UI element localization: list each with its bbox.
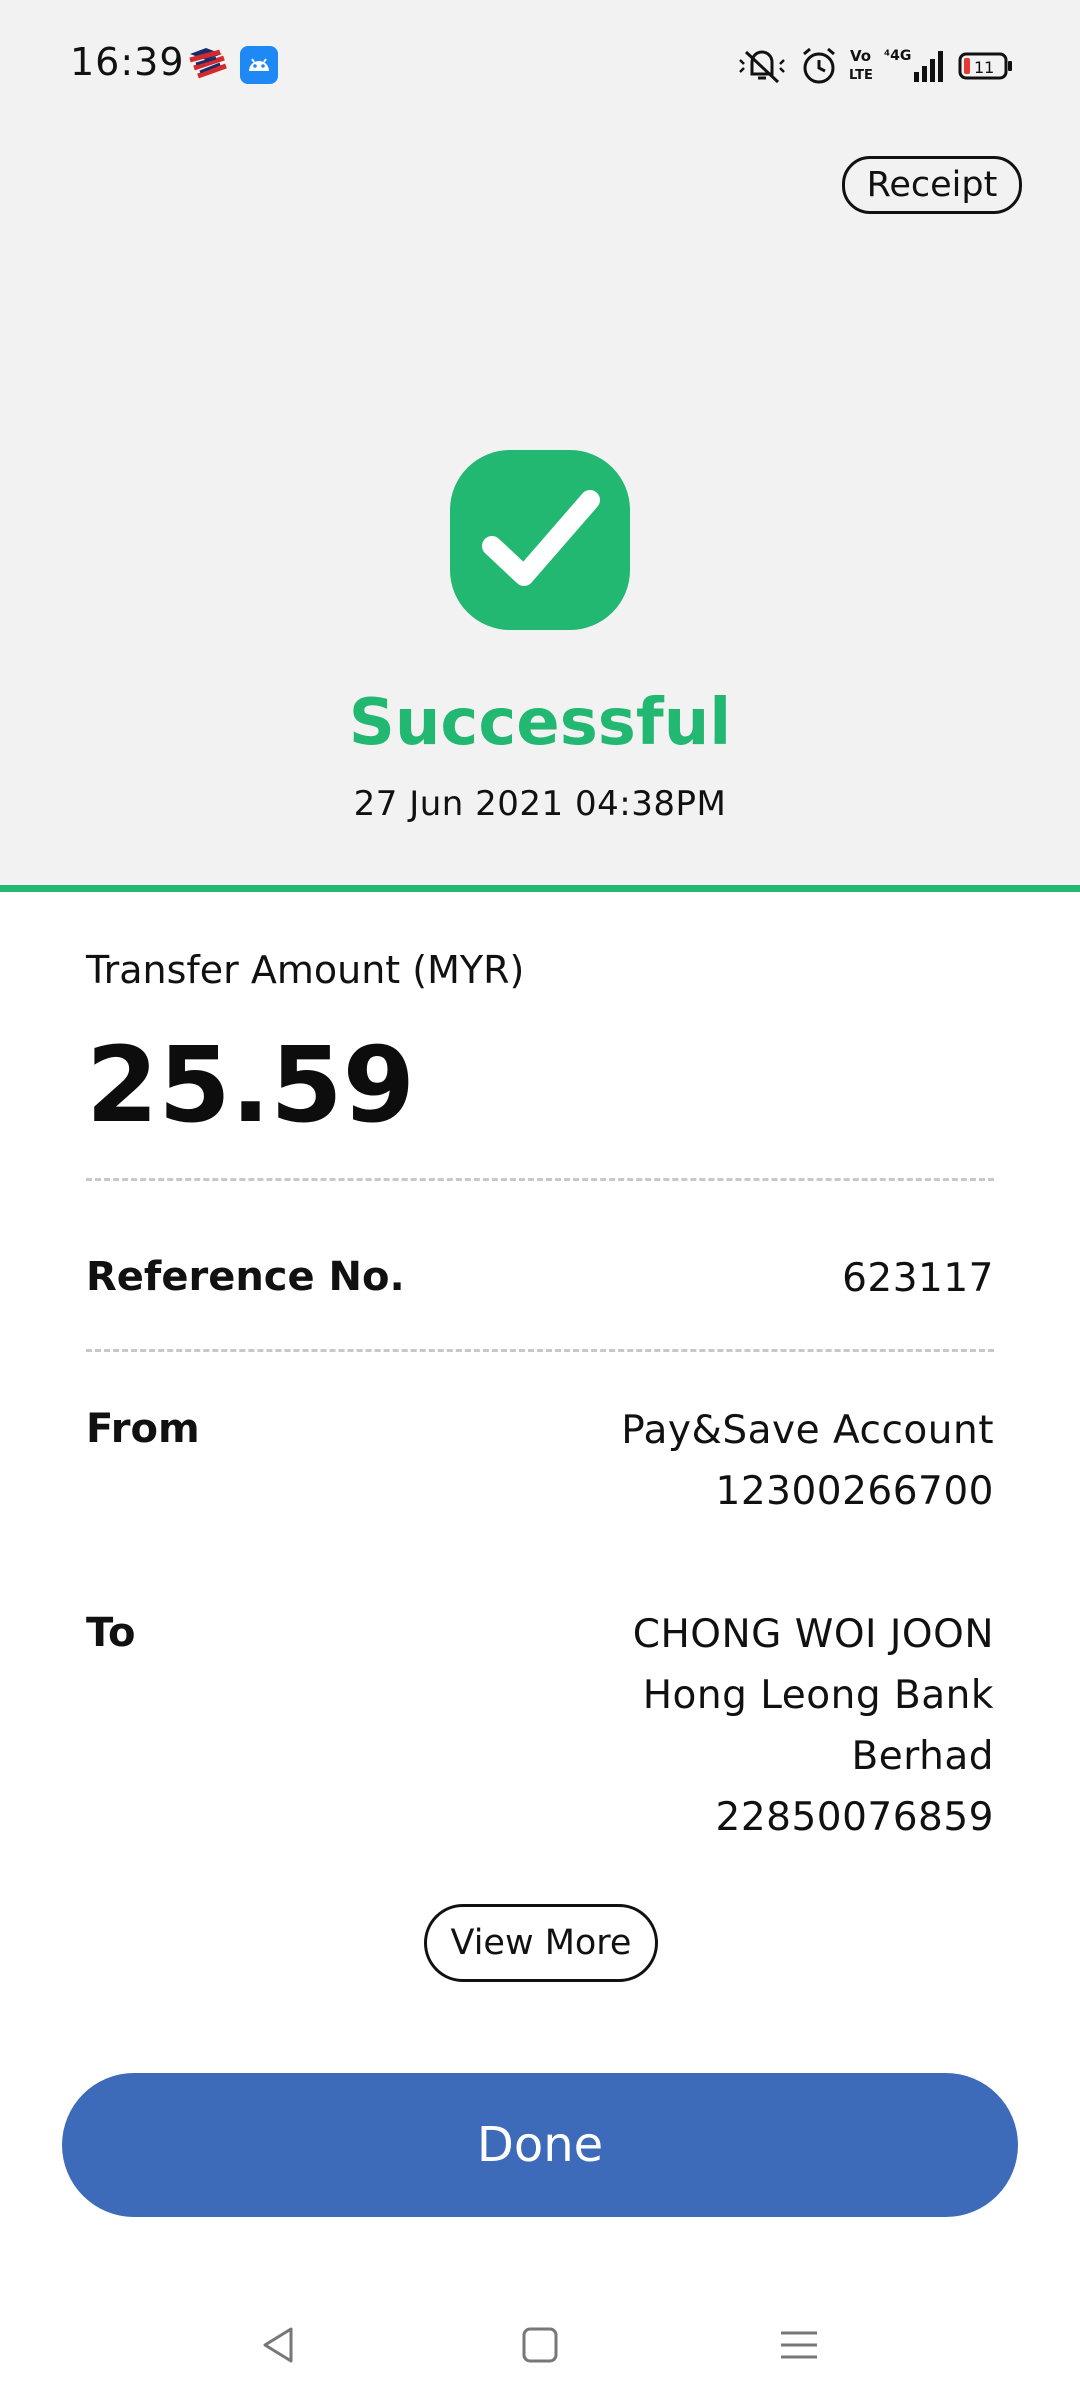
to-bank-name: Hong Leong Bank	[642, 1673, 994, 1718]
to-account-number: 22850076859	[715, 1795, 994, 1840]
status-header-area: 16:39 Vo LTE ⁴4G 11 Receipt Successful 2…	[0, 0, 1080, 885]
svg-text:Vo: Vo	[850, 47, 871, 65]
to-recipient-name: CHONG WOI JOON	[632, 1612, 994, 1657]
back-icon[interactable]	[244, 2310, 314, 2380]
status-bar: 16:39 Vo LTE ⁴4G 11	[0, 0, 1080, 130]
home-icon[interactable]	[505, 2310, 575, 2380]
divider	[86, 1349, 994, 1352]
signal-4g-icon: ⁴4G	[884, 46, 944, 90]
done-button[interactable]: Done	[62, 2073, 1018, 2217]
amount-label: Transfer Amount (MYR)	[86, 948, 525, 992]
volte-icon: Vo LTE	[848, 46, 874, 90]
android-app-icon	[240, 46, 278, 88]
battery-level: 11	[974, 58, 994, 77]
transaction-datetime: 27 Jun 2021 04:38PM	[353, 784, 727, 824]
reference-value: 623117	[842, 1256, 994, 1301]
amount-value: 25.59	[86, 1024, 415, 1146]
from-label: From	[86, 1406, 200, 1452]
to-bank-name-cont: Berhad	[851, 1734, 994, 1779]
from-value: Pay&Save Account 12300266700	[621, 1400, 994, 1522]
svg-text:LTE: LTE	[849, 68, 873, 83]
from-account-number: 12300266700	[715, 1469, 994, 1514]
battery-icon: 11	[958, 46, 1014, 90]
reference-label: Reference No.	[86, 1254, 405, 1300]
view-more-button[interactable]: View More	[424, 1904, 658, 1982]
to-label: To	[86, 1610, 136, 1656]
receipt-button[interactable]: Receipt	[842, 156, 1022, 214]
menu-icon[interactable]	[764, 2310, 834, 2380]
status-divider	[0, 885, 1080, 892]
svg-text:⁴4G: ⁴4G	[884, 48, 911, 64]
divider	[86, 1178, 994, 1181]
navigation-bar	[0, 2290, 1080, 2400]
status-time: 16:39	[70, 40, 185, 84]
to-value: CHONG WOI JOON Hong Leong Bank Berhad 22…	[633, 1604, 994, 1848]
alarm-icon	[800, 46, 838, 90]
mute-icon	[738, 46, 786, 90]
status-title: Successful	[348, 686, 732, 760]
maybank-app-icon	[186, 46, 228, 90]
from-account-name: Pay&Save Account	[621, 1408, 994, 1453]
check-icon	[450, 450, 630, 630]
